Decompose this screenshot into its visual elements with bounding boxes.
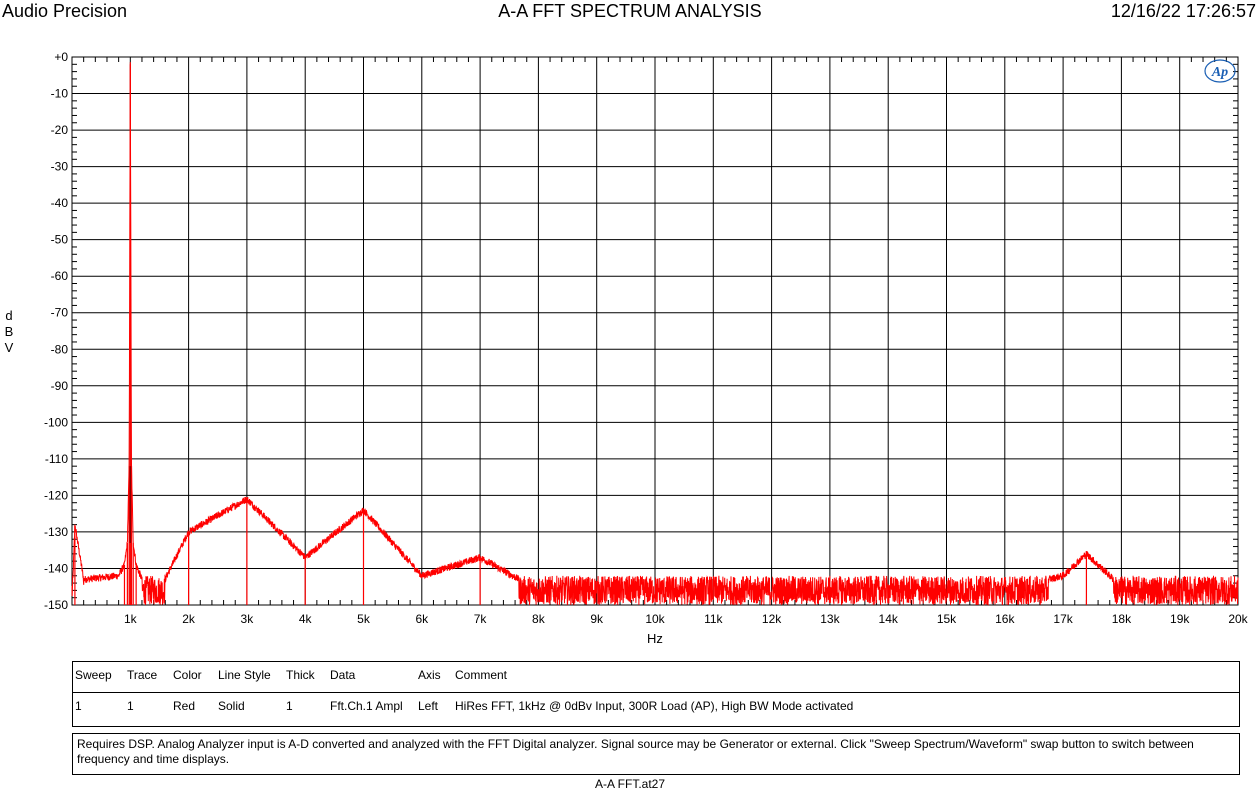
x-tick-label: 1k xyxy=(124,612,138,626)
y-tick-label: +0 xyxy=(54,50,68,64)
x-tick-label: 17k xyxy=(1053,612,1073,626)
legend-header-comment: Comment xyxy=(455,668,508,682)
x-tick-label: 4k xyxy=(299,612,313,626)
legend-sweep-value: 1 xyxy=(75,699,82,713)
legend-header-color: Color xyxy=(173,668,202,682)
x-tick-label: 10k xyxy=(645,612,665,626)
file-name: A-A FFT.at27 xyxy=(594,777,666,791)
legend-axis-value: Left xyxy=(418,699,439,713)
legend-data-value: Fft.Ch.1 Ampl xyxy=(330,699,403,713)
x-tick-label: 12k xyxy=(762,612,782,626)
legend-header-data: Data xyxy=(330,668,356,682)
legend-divider xyxy=(73,692,1239,693)
y-axis-label-letter: V xyxy=(5,340,14,355)
y-axis-label-letter: d xyxy=(5,308,12,323)
y-tick-label: -20 xyxy=(51,123,69,137)
y-axis-label-letter: B xyxy=(5,324,14,339)
y-tick-label: -140 xyxy=(44,561,68,575)
x-tick-label: 7k xyxy=(474,612,488,626)
x-tick-label: 15k xyxy=(937,612,957,626)
x-tick-label: 5k xyxy=(357,612,371,626)
legend-header-thick: Thick xyxy=(286,668,315,682)
legend-header-trace: Trace xyxy=(127,668,158,682)
legend-trace-value: 1 xyxy=(127,699,134,713)
svg-text:Ap: Ap xyxy=(1211,65,1228,80)
x-axis-label: Hz xyxy=(647,631,663,646)
y-tick-label: -100 xyxy=(44,415,68,429)
x-tick-label: 2k xyxy=(182,612,196,626)
legend-header-axis: Axis xyxy=(418,668,441,682)
legend-row: 1 1 Red Solid 1 Fft.Ch.1 Ampl Left HiRes… xyxy=(73,699,1239,717)
y-tick-label: -80 xyxy=(51,342,69,356)
legend-header-line-style: Line Style xyxy=(218,668,271,682)
legend-header-row: Sweep Trace Color Line Style Thick Data … xyxy=(73,668,1239,686)
trace-legend-table: Sweep Trace Color Line Style Thick Data … xyxy=(72,661,1240,727)
x-tick-label: 18k xyxy=(1112,612,1132,626)
y-tick-label: -40 xyxy=(51,196,69,210)
legend-header-sweep: Sweep xyxy=(75,668,112,682)
y-tick-label: -120 xyxy=(44,488,68,502)
legend-line-style-value: Solid xyxy=(218,699,245,713)
y-tick-label: -150 xyxy=(44,598,68,612)
legend-color-value: Red xyxy=(173,699,196,713)
legend-thick-value: 1 xyxy=(286,699,293,713)
y-tick-label: -110 xyxy=(45,452,68,466)
x-tick-label: 8k xyxy=(532,612,546,626)
fft-spectrum-chart: +0 -10 -20 -30 -40 -50 -60 -70 -80 -90 -100 -110 -12… xyxy=(5,50,1249,646)
y-axis-label: dBV xyxy=(5,308,14,355)
notes-box: Requires DSP. Analog Analyzer input is A… xyxy=(72,733,1240,775)
legend-comment-value: HiRes FFT, 1kHz @ 0dBv Input, 300R Load … xyxy=(455,699,854,713)
x-tick-label: 14k xyxy=(879,612,899,626)
x-tick-label: 16k xyxy=(995,612,1015,626)
x-tick-label: 19k xyxy=(1170,612,1190,626)
y-tick-label: -130 xyxy=(44,525,68,539)
y-tick-label: -50 xyxy=(51,233,69,247)
x-tick-label: 9k xyxy=(590,612,604,626)
y-tick-label: -70 xyxy=(51,306,69,320)
y-tick-label: -10 xyxy=(51,87,69,101)
y-tick-label: -60 xyxy=(51,269,69,283)
y-tick-label: -90 xyxy=(51,379,69,393)
y-tick-label: -30 xyxy=(51,160,69,174)
x-tick-label: 6k xyxy=(415,612,429,626)
x-tick-label: 3k xyxy=(241,612,255,626)
x-tick-label: 13k xyxy=(820,612,840,626)
x-tick-label: 20k xyxy=(1228,612,1248,626)
x-tick-label: 11k xyxy=(704,612,723,626)
